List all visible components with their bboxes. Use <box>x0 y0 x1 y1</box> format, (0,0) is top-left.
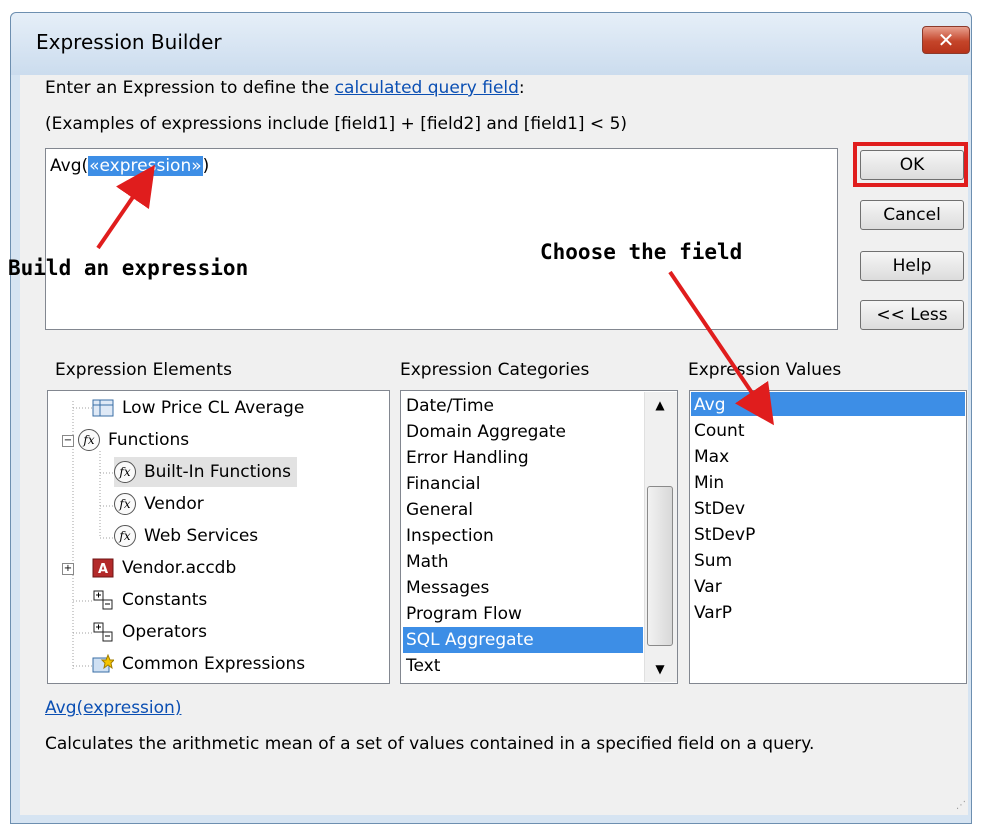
operators-icon <box>92 622 114 642</box>
category-item[interactable]: General <box>406 497 473 523</box>
ok-button[interactable]: OK <box>860 150 964 180</box>
expression-categories-list[interactable]: Date/Time Domain Aggregate Error Handlin… <box>400 390 678 684</box>
function-description: Calculates the arithmetic mean of a set … <box>45 734 815 754</box>
tree-item-built-in-functions[interactable]: fx Built-In Functions <box>114 457 298 487</box>
category-item[interactable]: Text <box>406 653 440 679</box>
help-button[interactable]: Help <box>860 251 964 281</box>
scrollbar-thumb[interactable] <box>647 486 673 646</box>
category-item[interactable]: Inspection <box>406 523 494 549</box>
close-button[interactable]: ✕ <box>922 26 970 54</box>
value-item[interactable]: Var <box>694 574 722 600</box>
query-icon <box>92 398 114 418</box>
value-item[interactable]: StDevP <box>694 522 755 548</box>
collapse-functions-toggle[interactable]: − <box>62 435 74 447</box>
calculated-query-field-link[interactable]: calculated query field <box>335 78 519 98</box>
value-item[interactable]: Min <box>694 470 724 496</box>
function-icon: fx <box>114 525 136 547</box>
category-item-selected[interactable]: SQL Aggregate <box>403 627 643 653</box>
common-expressions-icon <box>92 653 116 674</box>
tree-item-functions[interactable]: fx Functions <box>78 425 189 455</box>
tree-item-web-services[interactable]: fx Web Services <box>114 521 258 551</box>
function-icon: fx <box>114 461 136 483</box>
resize-grip-icon[interactable]: ⋰ <box>956 800 966 811</box>
scroll-up-arrow-icon[interactable]: ▲ <box>644 392 676 418</box>
expression-values-items: Avg Count Max Min StDev StDevP Sum Var V… <box>689 390 967 684</box>
less-button[interactable]: << Less <box>860 300 964 330</box>
intro-line-2: (Examples of expressions include [field1… <box>45 114 628 134</box>
category-item[interactable]: Date/Time <box>406 393 494 419</box>
tree-item-low-price-cl-average[interactable]: Low Price CL Average <box>92 393 304 423</box>
choose-field-annotation: Choose the field <box>540 240 743 264</box>
category-item[interactable]: Error Handling <box>406 445 529 471</box>
value-item[interactable]: Sum <box>694 548 732 574</box>
expression-elements-label: Expression Elements <box>55 360 232 380</box>
tree-item-vendor-accdb[interactable]: A Vendor.accdb <box>92 553 236 583</box>
build-expression-annotation: Build an expression <box>8 256 249 280</box>
tree-item-common-expressions[interactable]: Common Expressions <box>92 649 305 679</box>
category-item[interactable]: Messages <box>406 575 489 601</box>
function-signature-link[interactable]: Avg(expression) <box>45 698 181 718</box>
svg-text:A: A <box>98 562 108 577</box>
tree-item-operators[interactable]: Operators <box>92 617 207 647</box>
category-item[interactable]: Program Flow <box>406 601 522 627</box>
function-icon: fx <box>114 493 136 515</box>
category-item[interactable]: Math <box>406 549 449 575</box>
expression-placeholder[interactable]: «expression» <box>88 156 203 176</box>
close-icon: ✕ <box>937 28 955 52</box>
value-item[interactable]: Count <box>694 418 745 444</box>
scroll-down-arrow-icon[interactable]: ▼ <box>644 656 676 682</box>
expression-categories-label: Expression Categories <box>400 360 590 380</box>
constants-icon <box>92 590 114 610</box>
expand-vendor-accdb-toggle[interactable]: + <box>62 563 74 575</box>
category-item[interactable]: Domain Aggregate <box>406 419 566 445</box>
dialog-title: Expression Builder <box>36 30 222 54</box>
category-item[interactable]: Financial <box>406 471 480 497</box>
value-item[interactable]: Max <box>694 444 729 470</box>
expression-text[interactable]: Avg(«expression») <box>50 156 209 176</box>
cancel-button[interactable]: Cancel <box>860 200 964 230</box>
value-item[interactable]: VarP <box>694 600 732 626</box>
intro-line-1: Enter an Expression to define the calcul… <box>45 78 525 98</box>
expression-elements-tree[interactable]: − + Low Price CL Average fx Functions fx B… <box>47 390 390 684</box>
expression-values-label: Expression Values <box>688 360 842 380</box>
tree-item-vendor[interactable]: fx Vendor <box>114 489 204 519</box>
value-item-selected[interactable]: Avg <box>694 392 726 418</box>
tree-item-constants[interactable]: Constants <box>92 585 207 615</box>
value-item[interactable]: StDev <box>694 496 745 522</box>
function-icon: fx <box>78 429 100 451</box>
access-database-icon: A <box>92 558 114 578</box>
